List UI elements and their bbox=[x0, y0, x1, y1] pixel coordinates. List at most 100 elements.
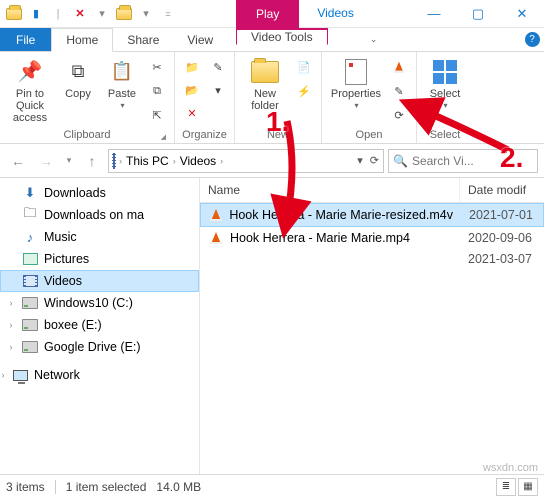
nav-downloads-ma[interactable]: 🗀Downloads on ma bbox=[0, 204, 199, 226]
paste-shortcut-button[interactable]: ⇱ bbox=[146, 104, 168, 126]
status-bar: 3 items 1 item selected 14.0 MB ≣ ▦ bbox=[0, 474, 544, 498]
delete-button[interactable]: ✕ bbox=[181, 102, 203, 124]
home-tab[interactable]: Home bbox=[51, 28, 113, 52]
file-name: Hook Herrera - Marie Marie-resized.m4v bbox=[229, 208, 453, 222]
address-dropdown[interactable]: ▾ bbox=[357, 154, 363, 167]
nav-windows10[interactable]: ›Windows10 (C:) bbox=[0, 292, 199, 314]
pictures-icon bbox=[22, 251, 38, 267]
chevron-right-icon[interactable]: › bbox=[6, 320, 16, 330]
history-button[interactable]: ⟳ bbox=[388, 104, 410, 126]
group-open: Properties▾ ✎ ⟳ Open bbox=[322, 52, 417, 143]
qat-sep: | bbox=[48, 4, 68, 24]
share-tab[interactable]: Share bbox=[113, 28, 173, 51]
properties-button[interactable]: Properties▾ bbox=[328, 56, 384, 113]
explorer-icon bbox=[114, 4, 134, 24]
copy-to-button[interactable]: 📂 bbox=[181, 79, 203, 101]
group-label-organize: Organize bbox=[181, 128, 228, 143]
save-icon[interactable]: ▮ bbox=[26, 4, 46, 24]
nav-downloads[interactable]: ⬇Downloads bbox=[0, 182, 199, 204]
watermark: wsxdn.com bbox=[483, 462, 538, 474]
nav-music[interactable]: ♪Music bbox=[0, 226, 199, 248]
group-label-open: Open bbox=[328, 128, 410, 143]
paste-button[interactable]: 📋 Paste▾ bbox=[102, 56, 142, 113]
drive-icon bbox=[22, 295, 38, 311]
properties-icon bbox=[342, 58, 370, 86]
breadcrumb-videos[interactable]: Videos bbox=[180, 154, 216, 168]
video-tools-tab[interactable]: Video Tools bbox=[236, 28, 328, 45]
column-headers[interactable]: Name Date modif bbox=[200, 178, 544, 203]
pin-to-quick-access-button[interactable]: 📌 Pin to Quick access bbox=[6, 56, 54, 126]
move-to-button[interactable]: 📁 bbox=[181, 56, 203, 78]
new-item-button[interactable]: 📄 bbox=[293, 56, 315, 78]
qat-overflow[interactable]: = bbox=[158, 4, 178, 24]
nav-network[interactable]: ›Network bbox=[0, 364, 199, 386]
chevron-right-icon[interactable]: › bbox=[6, 298, 16, 308]
back-button[interactable]: ← bbox=[6, 149, 30, 173]
new-folder-button[interactable]: New folder bbox=[241, 56, 289, 114]
chevron-right-icon[interactable]: › bbox=[0, 370, 8, 380]
file-row[interactable]: Hook Herrera - Marie Marie-resized.m4v 2… bbox=[200, 203, 544, 227]
ribbon: 📌 Pin to Quick access ⧉ Copy 📋 Paste▾ ✂ … bbox=[0, 52, 544, 144]
copy-path-button[interactable]: ⧉ bbox=[146, 80, 168, 102]
ribbon-tabs: File Home Share View Video Tools ⌄ ? bbox=[0, 28, 544, 52]
qat-dropdown[interactable]: ▾ bbox=[136, 4, 156, 24]
search-box[interactable]: 🔍 bbox=[388, 149, 538, 173]
chevron-right-icon[interactable]: › bbox=[6, 342, 16, 352]
select-icon bbox=[431, 58, 459, 86]
cut-button[interactable]: ✂ bbox=[146, 56, 168, 78]
file-list[interactable]: Name Date modif Hook Herrera - Marie Mar… bbox=[200, 178, 544, 474]
rename-button[interactable]: ✎ bbox=[207, 56, 229, 78]
group-new: New folder 📄 ⚡ New bbox=[235, 52, 322, 143]
help-button[interactable]: ? bbox=[520, 28, 544, 51]
pin-icon: 📌 bbox=[16, 58, 44, 86]
folder-icon: 🗀 bbox=[22, 207, 38, 223]
select-button[interactable]: Select▾ bbox=[423, 56, 467, 113]
easy-access-button[interactable]: ⚡ bbox=[293, 80, 315, 102]
file-row[interactable]: Hook Herrera - Marie Marie.mp4 2020-09-0… bbox=[200, 227, 544, 249]
address-row: ← → ▾ ↑ › This PC › Videos › ▾ ⟳ 🔍 bbox=[0, 144, 544, 178]
forward-button[interactable]: → bbox=[34, 149, 58, 173]
group-select: Select▾ Select bbox=[417, 52, 473, 143]
up-button[interactable]: ↑ bbox=[80, 149, 104, 173]
delete-icon[interactable]: ✕ bbox=[70, 4, 90, 24]
copy-button[interactable]: ⧉ Copy bbox=[58, 56, 98, 102]
nav-pictures[interactable]: Pictures bbox=[0, 248, 199, 270]
status-size: 14.0 MB bbox=[156, 480, 201, 494]
vlc-icon bbox=[209, 207, 223, 223]
col-name[interactable]: Name bbox=[200, 178, 460, 202]
file-row[interactable]: 2021-03-07 bbox=[200, 249, 544, 269]
group-label-clipboard: Clipboard bbox=[6, 128, 168, 143]
navigation-pane[interactable]: ⬇Downloads 🗀Downloads on ma ♪Music Pictu… bbox=[0, 178, 200, 474]
breadcrumb-this-pc[interactable]: This PC bbox=[126, 154, 169, 168]
copy-icon: ⧉ bbox=[64, 58, 92, 86]
nav-boxee[interactable]: ›boxee (E:) bbox=[0, 314, 199, 336]
videos-icon bbox=[113, 154, 115, 168]
open-button[interactable] bbox=[388, 56, 410, 78]
context-tab-play: Play bbox=[236, 0, 299, 28]
view-large-button[interactable]: ▦ bbox=[518, 478, 538, 496]
file-date: 2021-07-01 bbox=[461, 207, 543, 223]
view-tab[interactable]: View bbox=[173, 28, 227, 51]
vlc-icon bbox=[208, 230, 224, 246]
file-tab[interactable]: File bbox=[0, 28, 51, 51]
minimize-button[interactable]: — bbox=[412, 0, 456, 28]
col-date[interactable]: Date modif bbox=[460, 178, 544, 202]
status-selected: 1 item selected bbox=[66, 480, 147, 494]
organize-more[interactable]: ▾ bbox=[207, 79, 229, 101]
qat-customize[interactable]: ▾ bbox=[92, 4, 112, 24]
address-bar[interactable]: › This PC › Videos › ▾ ⟳ bbox=[108, 149, 384, 173]
recent-locations[interactable]: ▾ bbox=[62, 149, 76, 173]
search-input[interactable] bbox=[412, 154, 544, 168]
refresh-button[interactable]: ⟳ bbox=[370, 154, 379, 167]
nav-videos[interactable]: Videos bbox=[0, 270, 199, 292]
file-name: Hook Herrera - Marie Marie.mp4 bbox=[230, 231, 410, 245]
window-title: Videos bbox=[299, 0, 371, 28]
folder-icon[interactable] bbox=[4, 4, 24, 24]
ribbon-collapse[interactable]: ⌄ bbox=[364, 28, 384, 51]
close-button[interactable]: ✕ bbox=[500, 0, 544, 28]
maximize-button[interactable]: ▢ bbox=[456, 0, 500, 28]
edit-button[interactable]: ✎ bbox=[388, 80, 410, 102]
view-details-button[interactable]: ≣ bbox=[496, 478, 516, 496]
drive-icon bbox=[22, 339, 38, 355]
nav-googledrive[interactable]: ›Google Drive (E:) bbox=[0, 336, 199, 358]
